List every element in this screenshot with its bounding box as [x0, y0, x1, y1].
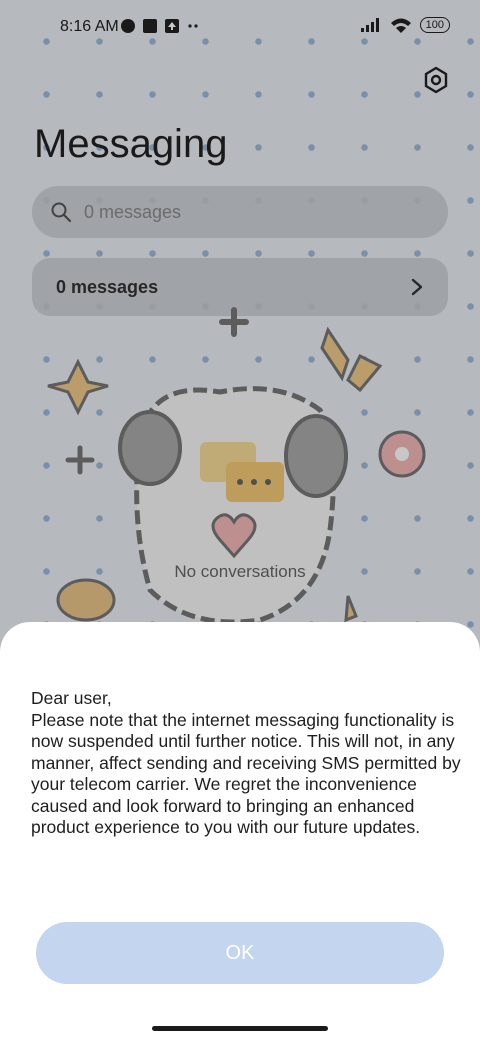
screen: 8:16 AM 100 Messaging 0 messages 0 messa… [0, 0, 480, 1040]
notice-dialog: Dear user, Please note that the internet… [0, 622, 480, 1040]
ok-button[interactable]: OK [36, 922, 444, 984]
home-indicator[interactable] [152, 1026, 328, 1031]
dialog-message: Dear user, Please note that the internet… [31, 688, 461, 837]
